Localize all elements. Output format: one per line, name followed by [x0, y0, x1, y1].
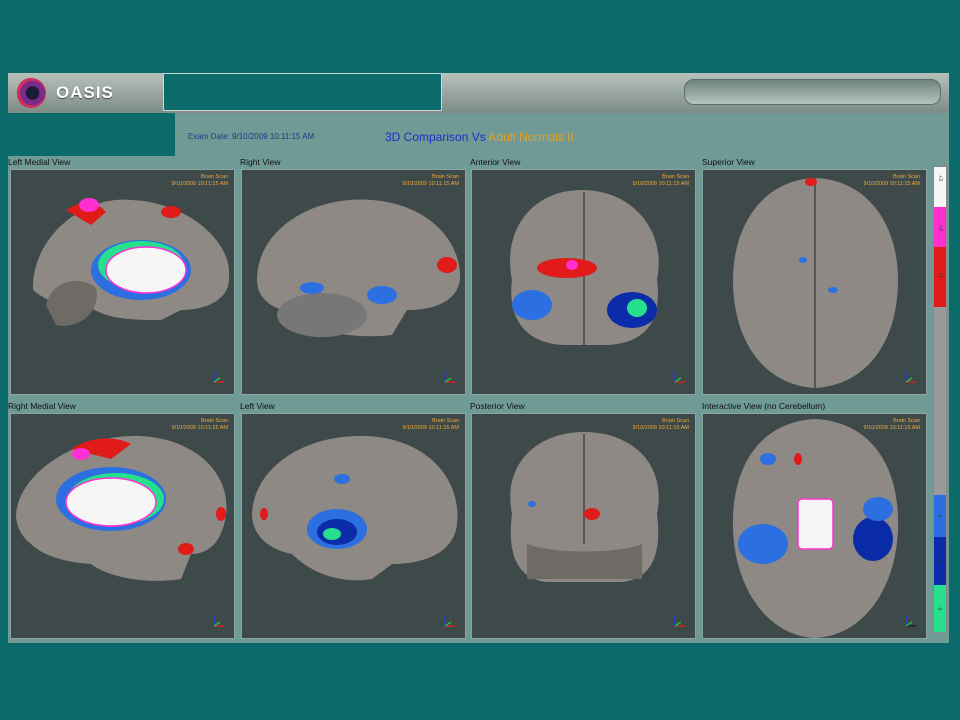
- panel-tag: Brain Scan 9/10/2009 10:11:15 AM: [632, 418, 689, 431]
- panel-tag: Brain Scan 9/10/2009 10:11:15 AM: [402, 418, 459, 431]
- exam-date: Exam Date: 9/10/2009 10:11:15 AM: [188, 132, 315, 141]
- view-label-posterior: Posterior View: [470, 401, 525, 411]
- panel-tag: Brain Scan 9/10/2009 10:11:15 AM: [863, 418, 920, 431]
- axes-icon: [444, 371, 455, 383]
- page-title-accent: Adult Normals II: [488, 130, 574, 144]
- scale-label: +2: [936, 225, 943, 231]
- view-label-left: Left View: [240, 401, 275, 411]
- panel-anterior[interactable]: Brain Scan 9/10/2009 10:11:15 AM: [471, 169, 696, 395]
- scale-label: +3: [936, 175, 943, 181]
- top-bar: OASIS: [8, 73, 949, 113]
- panel-tag: Brain Scan 9/10/2009 10:11:15 AM: [171, 174, 228, 187]
- axes-icon: [674, 615, 685, 627]
- scale-label: -1: [936, 512, 943, 518]
- brain-render: [732, 419, 899, 638]
- brain-render: [510, 190, 659, 345]
- axes-icon: [905, 615, 916, 627]
- scale-label: +1: [936, 272, 943, 278]
- panel-tag: Brain Scan 9/10/2009 10:11:15 AM: [863, 174, 920, 187]
- brain-render: [510, 432, 659, 582]
- axes-icon: [905, 371, 916, 383]
- panel-right-medial[interactable]: Brain Scan 9/10/2009 10:11:15 AM: [10, 413, 235, 639]
- panel-right[interactable]: Brain Scan 9/10/2009 10:11:15 AM: [241, 169, 466, 395]
- view-label-right-medial: Right Medial View: [8, 401, 76, 411]
- brain-render: [733, 178, 898, 388]
- axes-icon: [444, 615, 455, 627]
- brain-render: [252, 435, 458, 581]
- app-screen: OASIS Exam Date: 9/10/2009 10:11:15 AM 3…: [8, 73, 949, 643]
- axes-icon: [213, 615, 224, 627]
- axes-icon: [674, 371, 685, 383]
- panel-tag: Brain Scan 9/10/2009 10:11:15 AM: [171, 418, 228, 431]
- brain-render: [16, 435, 227, 581]
- axes-icon: [213, 371, 224, 383]
- panel-tag: Brain Scan 9/10/2009 10:11:15 AM: [402, 174, 459, 187]
- view-label-right: Right View: [240, 157, 281, 167]
- page-title-main: 3D Comparison Vs: [385, 130, 489, 144]
- brain-render: [257, 199, 461, 337]
- panel-left[interactable]: Brain Scan 9/10/2009 10:11:15 AM: [241, 413, 466, 639]
- brand-logo: OASIS: [16, 76, 166, 110]
- view-label-anterior: Anterior View: [470, 157, 521, 167]
- panel-left-medial[interactable]: Brain Scan 9/10/2009 10:11:15 AM: [10, 169, 235, 395]
- view-label-left-medial: Left Medial View: [8, 157, 71, 167]
- brand-name: OASIS: [56, 83, 114, 102]
- scale-label: -3: [936, 605, 943, 611]
- color-scale-bar: +3 +2 +1 -1 -2 -3: [933, 166, 947, 633]
- panel-posterior[interactable]: Brain Scan 9/10/2009 10:11:15 AM: [471, 413, 696, 639]
- header-field: [163, 73, 442, 111]
- header-side-block: [8, 113, 175, 156]
- view-label-interactive: Interactive View (no Cerebellum): [702, 401, 826, 411]
- logo-icon: [16, 78, 46, 108]
- scale-label: -2: [936, 557, 943, 563]
- header-pill-control[interactable]: [684, 79, 941, 105]
- view-label-superior: Superior View: [702, 157, 755, 167]
- page-title: 3D Comparison Vs Adult Normals II: [385, 130, 574, 144]
- scale-white: [934, 167, 946, 207]
- panel-interactive[interactable]: Brain Scan 9/10/2009 10:11:15 AM: [702, 413, 927, 639]
- panel-tag: Brain Scan 9/10/2009 10:11:15 AM: [632, 174, 689, 187]
- brain-render: [32, 198, 230, 326]
- scale-gray: [934, 307, 946, 495]
- panel-superior[interactable]: Brain Scan 9/10/2009 10:11:15 AM: [702, 169, 927, 395]
